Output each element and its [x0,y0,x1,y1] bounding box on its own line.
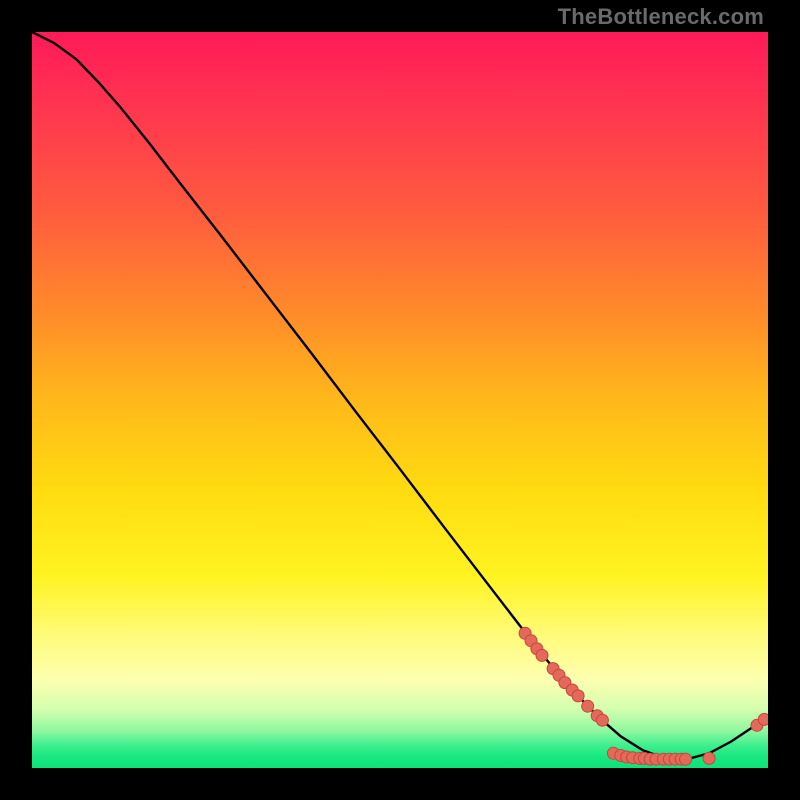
bottleneck-curve [32,32,768,759]
data-marker [582,700,594,712]
plot-area [32,32,768,768]
data-marker [596,714,608,726]
data-markers [519,627,768,765]
watermark-text: TheBottleneck.com [558,4,764,30]
data-marker [758,713,768,725]
data-marker [703,752,715,764]
data-marker [536,649,548,661]
chart-frame: TheBottleneck.com [0,0,800,800]
data-marker [572,690,584,702]
chart-overlay [32,32,768,768]
data-marker [680,753,692,765]
